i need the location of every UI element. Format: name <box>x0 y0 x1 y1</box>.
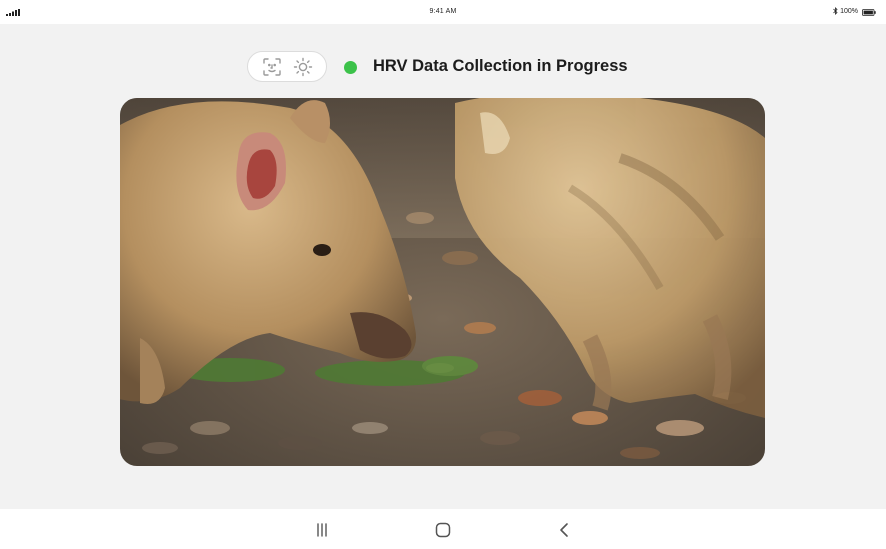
video-feed-scene <box>120 98 765 466</box>
back-button[interactable] <box>554 520 574 540</box>
system-nav-bar <box>0 509 886 549</box>
camera-toolbar[interactable] <box>247 51 327 82</box>
bluetooth-icon <box>833 7 838 15</box>
home-button[interactable] <box>433 520 453 540</box>
battery-icon <box>862 9 876 16</box>
brightness-icon <box>293 57 312 76</box>
battery-percent: 100% <box>840 7 858 15</box>
home-icon <box>435 522 451 538</box>
status-bar: 9:41 AM 100% <box>0 0 886 24</box>
recent-apps-button[interactable] <box>312 520 332 540</box>
back-icon <box>560 523 568 537</box>
face-scan-icon <box>262 57 281 76</box>
battery-indicator: 100% <box>833 7 858 15</box>
brightness-button[interactable] <box>291 55 315 79</box>
status-time: 9:41 AM <box>429 8 457 15</box>
app-content: HRV Data Collection in Progress <box>0 24 886 509</box>
recording-indicator-dot <box>344 61 357 74</box>
face-scan-button[interactable] <box>260 55 284 79</box>
recent-apps-icon <box>317 523 327 537</box>
video-feed <box>120 98 765 466</box>
recording-status-label: HRV Data Collection in Progress <box>373 57 628 75</box>
